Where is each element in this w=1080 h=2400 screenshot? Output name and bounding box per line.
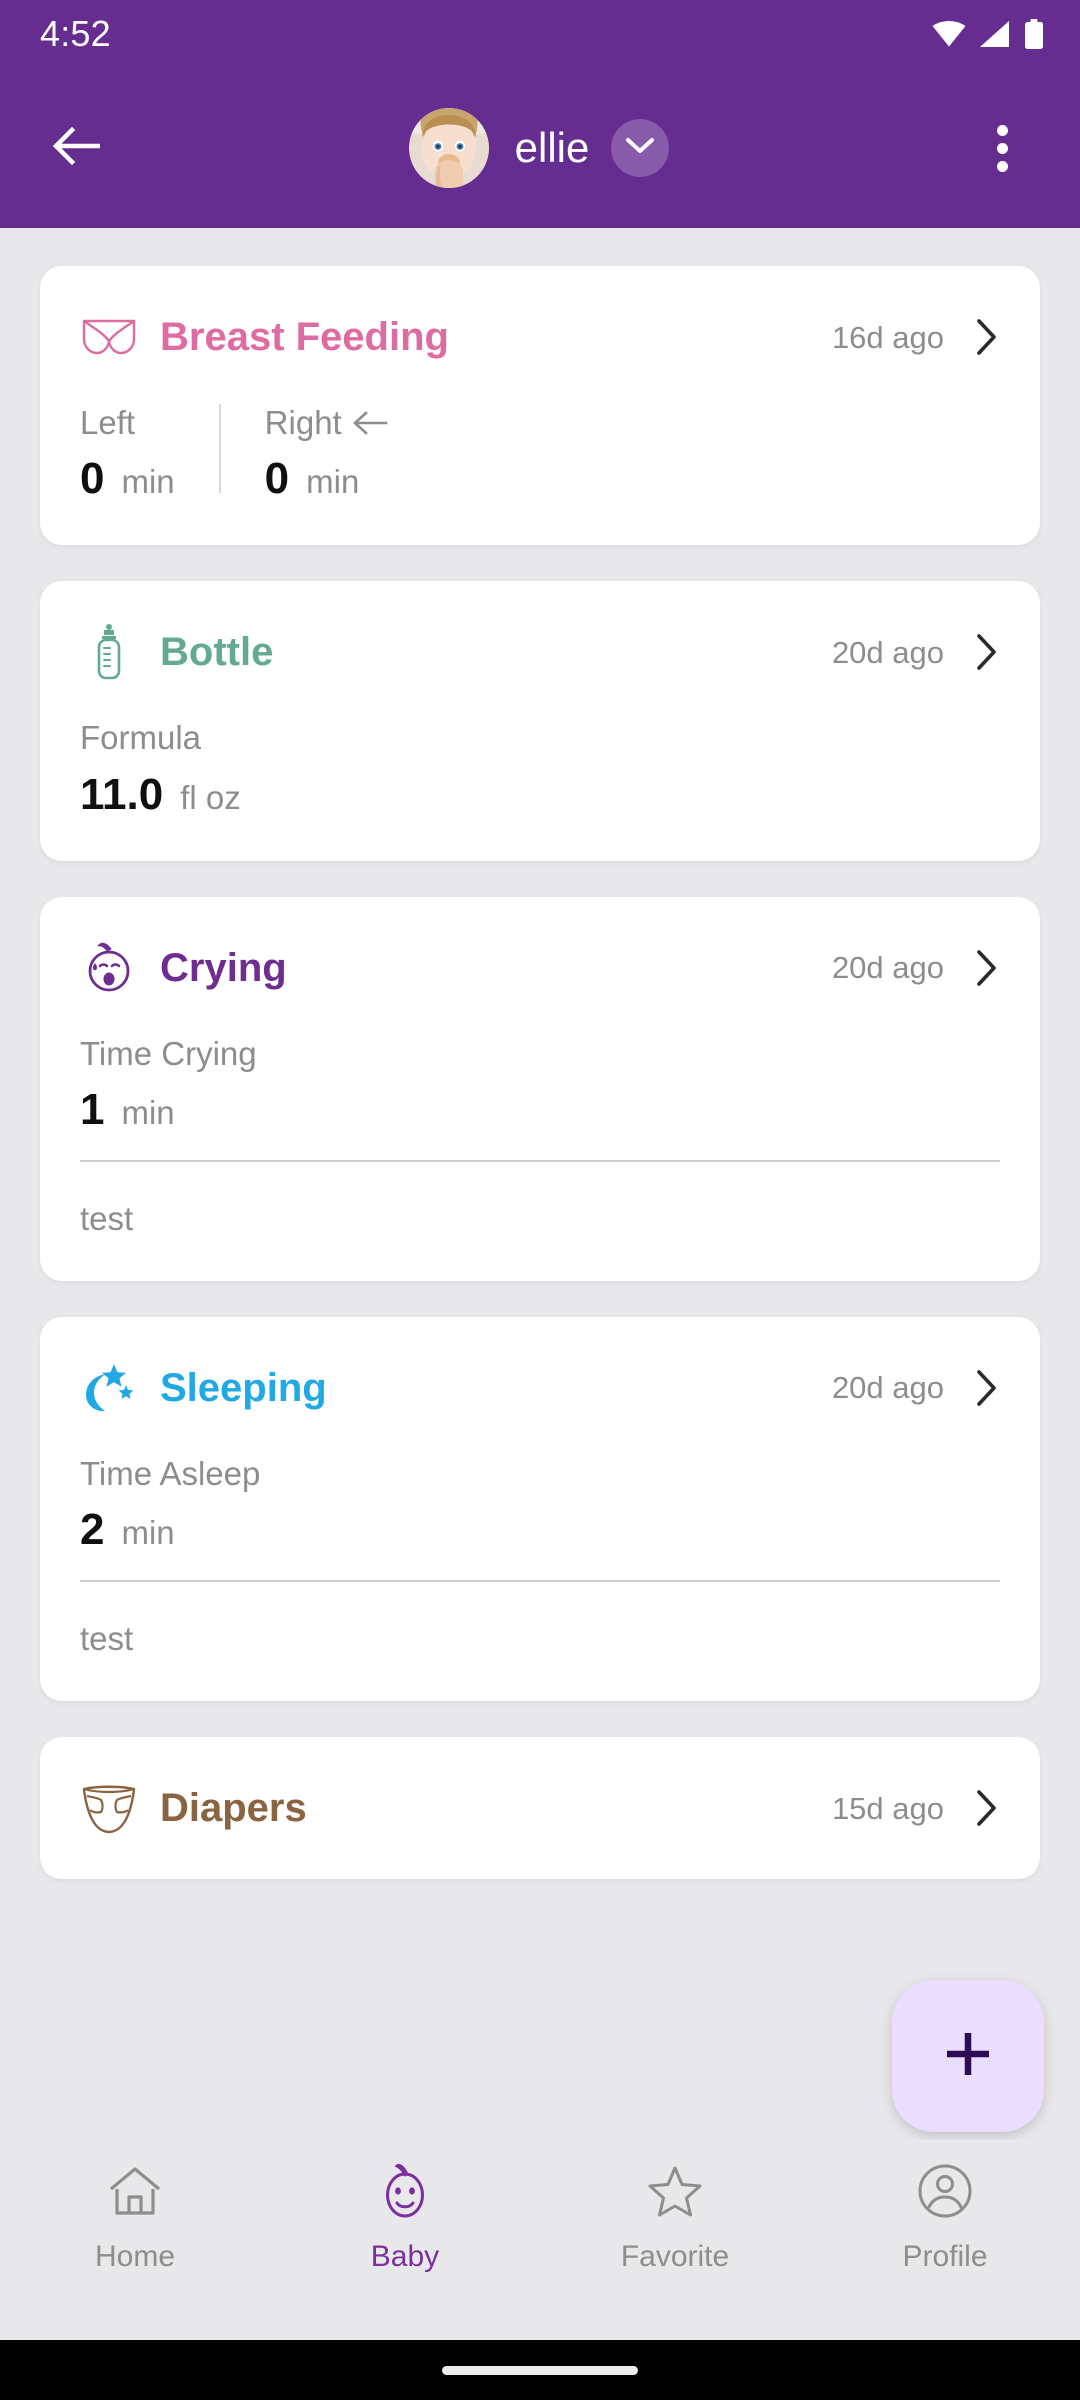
baby-name-label: ellie: [514, 124, 590, 171]
bottle-unit: fl oz: [180, 778, 241, 816]
baby-bottle-icon: [80, 623, 138, 681]
crying-label: Time Crying: [80, 1034, 257, 1072]
crying-baby-icon: [80, 939, 138, 997]
breast-side-split: Left 0 min Right 0 min: [80, 402, 1000, 501]
account-circle-icon: [917, 2162, 973, 2220]
baby-dropdown-button[interactable]: [611, 119, 670, 177]
bottle-type-label: Formula: [80, 719, 202, 757]
sleep-note: test: [80, 1620, 134, 1657]
app-bar: ellie: [0, 68, 1080, 228]
status-time: 4:52: [40, 13, 111, 54]
card-title: Sleeping: [160, 1365, 327, 1410]
nav-item-profile[interactable]: Profile: [810, 2162, 1080, 2272]
arrow-back-icon: [52, 125, 101, 172]
chevron-right-icon[interactable]: [974, 1787, 1000, 1829]
card-crying[interactable]: Crying 20d ago Time Crying 1 min test: [40, 896, 1040, 1281]
more-options-button[interactable]: [954, 100, 1050, 196]
nav-item-favorite[interactable]: Favorite: [540, 2162, 810, 2272]
baby-selector[interactable]: ellie: [124, 108, 954, 188]
chevron-right-icon[interactable]: [974, 1367, 1000, 1409]
card-timestamp: 20d ago: [831, 950, 944, 985]
right-label: Right: [264, 404, 342, 441]
bottom-navigation: Home Baby Favorite Profile: [0, 2140, 1080, 2340]
card-header: Bottle 20d ago: [80, 621, 1000, 683]
card-title: Breast Feeding: [160, 315, 449, 359]
crying-value-row: 1 min: [80, 1084, 1000, 1134]
app-screen: 4:52 ellie Breast Feeding 16d ago Left 0…: [0, 0, 1080, 2400]
left-minutes: 0: [80, 454, 105, 504]
status-bar-icons: [932, 19, 1044, 49]
nav-label-favorite: Favorite: [620, 2240, 730, 2273]
baby-face-icon: [377, 2162, 433, 2220]
cell-signal-icon: [980, 21, 1010, 47]
battery-icon: [1024, 19, 1044, 49]
left-column-header: Left: [80, 402, 175, 443]
wifi-icon: [932, 21, 966, 47]
card-timestamp: 20d ago: [831, 1370, 944, 1406]
bottle-value-row: 11.0 fl oz: [80, 769, 1000, 819]
nav-item-home[interactable]: Home: [0, 2162, 270, 2272]
more-vertical-icon: [996, 124, 1008, 136]
crying-unit: min: [121, 1093, 175, 1131]
nav-label-home: Home: [94, 2240, 176, 2273]
right-value-row: 0 min: [265, 457, 388, 501]
arrow-left-icon: [352, 410, 388, 436]
plus-icon: [941, 2027, 995, 2086]
add-entry-fab[interactable]: [892, 1980, 1044, 2132]
chevron-right-icon[interactable]: [974, 947, 1000, 989]
crying-minutes: 1: [80, 1084, 105, 1134]
card-body: Time Asleep 2 min test: [80, 1419, 1000, 1701]
card-title: Bottle: [160, 630, 274, 675]
home-gesture-pill[interactable]: [442, 2365, 638, 2375]
moon-stars-icon: [80, 1359, 138, 1417]
left-breast-column: Left 0 min: [80, 402, 219, 501]
card-header: Breast Feeding 16d ago: [80, 306, 1000, 368]
bra-icon: [80, 308, 138, 366]
activity-card-list[interactable]: Breast Feeding 16d ago Left 0 min Right …: [0, 228, 1080, 2140]
right-minutes: 0: [264, 454, 290, 504]
diaper-icon: [80, 1779, 138, 1837]
right-unit: min: [306, 463, 360, 501]
card-body: Left 0 min Right 0 min: [80, 368, 1000, 545]
card-header: Crying 20d ago: [80, 937, 1000, 999]
left-value-row: 0 min: [80, 457, 175, 501]
sleep-label: Time Asleep: [80, 1454, 261, 1492]
left-label: Left: [80, 404, 136, 441]
right-breast-column: Right 0 min: [221, 402, 388, 501]
card-breast-feeding[interactable]: Breast Feeding 16d ago Left 0 min Right …: [40, 266, 1040, 546]
card-bottle[interactable]: Bottle 20d ago Formula 11.0 fl oz: [40, 581, 1040, 861]
status-bar: 4:52: [0, 0, 1080, 68]
nav-item-baby[interactable]: Baby: [270, 2162, 540, 2272]
card-diapers[interactable]: Diapers 15d ago: [40, 1737, 1040, 1879]
more-vertical-icon: [996, 160, 1008, 172]
card-timestamp: 16d ago: [831, 319, 944, 355]
sleep-minutes: 2: [80, 1505, 105, 1554]
card-body: Formula 11.0 fl oz: [80, 683, 1000, 860]
bottle-amount: 11.0: [80, 769, 164, 819]
card-title: Crying: [160, 945, 287, 990]
avatar: [408, 108, 489, 188]
sleep-unit: min: [121, 1514, 175, 1551]
card-title: Diapers: [160, 1786, 307, 1830]
chevron-down-icon: [625, 136, 655, 161]
card-sleeping[interactable]: Sleeping 20d ago Time Asleep 2 min test: [40, 1316, 1040, 1701]
crying-note: test: [80, 1199, 134, 1237]
back-button[interactable]: [28, 100, 124, 196]
chevron-right-icon[interactable]: [974, 631, 1000, 673]
more-vertical-icon: [996, 142, 1008, 154]
card-timestamp: 20d ago: [831, 634, 944, 670]
left-unit: min: [121, 463, 175, 501]
chevron-right-icon[interactable]: [974, 316, 1000, 358]
card-header: Diapers 15d ago: [80, 1777, 1000, 1839]
card-header: Sleeping 20d ago: [80, 1357, 1000, 1419]
home-icon: [107, 2162, 163, 2220]
nav-label-baby: Baby: [370, 2240, 440, 2273]
star-icon: [647, 2162, 703, 2220]
card-body: Time Crying 1 min test: [80, 999, 1000, 1281]
card-timestamp: 15d ago: [831, 1790, 944, 1826]
sleep-value-row: 2 min: [80, 1508, 1000, 1552]
system-gesture-area: [0, 2340, 1080, 2400]
nav-label-profile: Profile: [902, 2240, 988, 2273]
right-column-header: Right: [265, 402, 388, 443]
